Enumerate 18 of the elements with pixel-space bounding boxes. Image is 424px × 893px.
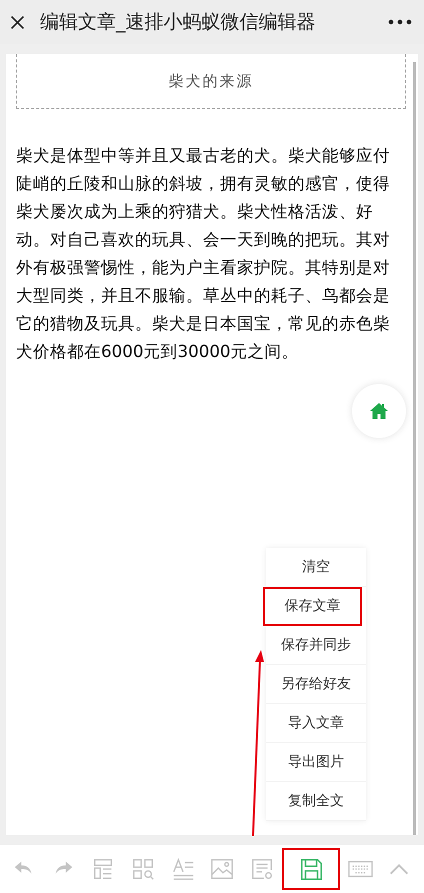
toolbar-button[interactable]: [284, 850, 338, 888]
close-icon[interactable]: [9, 14, 26, 30]
scrollbar[interactable]: [413, 62, 416, 835]
grid-search-icon: [130, 856, 156, 882]
menu-item[interactable]: 清空: [266, 548, 366, 587]
image-icon: [210, 856, 236, 882]
article-paragraph: 柴犬是体型中等并且又最古老的犬。柴犬能够应付陡峭的丘陵和山脉的斜坡，拥有灵敏的感官，使得柴犬屡次成为上乘的狩猎犬。柴犬性格活泼、好动。对自己喜欢的玩具、会一天到晚的把玩。其对外有极强警惕性，能为户主看家护院。其特别是对大型同类，并且不服输。草丛中的耗子、鸟都会是它的猎物及玩具。柴犬是日本国宝，常见的赤色柴犬价格都在6000元到30000元之间。: [16, 144, 391, 363]
text-format-icon: [170, 856, 196, 882]
menu-item[interactable]: 保存并同步: [266, 626, 366, 665]
menu-item[interactable]: 复制全文: [266, 782, 366, 821]
home-icon: [369, 402, 389, 420]
menu-item[interactable]: 导入文章: [266, 704, 366, 743]
menu-item[interactable]: 导出图片: [266, 743, 366, 782]
menu-item[interactable]: 另存给好友: [266, 665, 366, 704]
page-title: 编辑文章_速排小蚂蚁微信编辑器: [40, 10, 316, 35]
menu-item[interactable]: 保存文章: [263, 587, 362, 626]
article-heading: 柴犬的来源: [168, 72, 254, 90]
more-icon[interactable]: [388, 19, 412, 25]
